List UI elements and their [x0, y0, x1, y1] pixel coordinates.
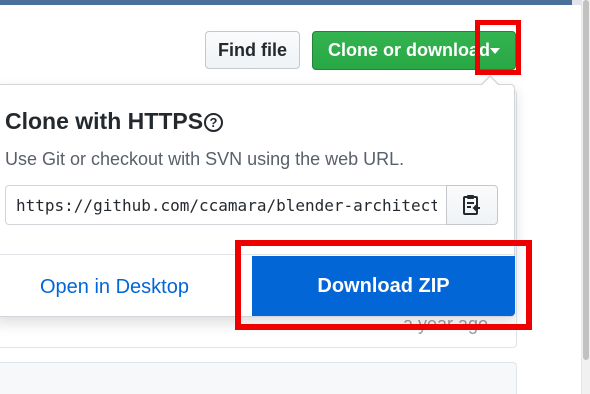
page-root: a year ago Find file Clone or download C…: [0, 0, 590, 394]
clone-or-download-label: Clone or download: [328, 40, 490, 60]
copy-url-button[interactable]: [446, 185, 498, 225]
readme-panel: [0, 362, 517, 394]
header-strip: [0, 0, 572, 5]
scrollbar-thumb[interactable]: [583, 0, 589, 360]
dropdown-pointer-fill: [482, 77, 498, 85]
clone-url-input[interactable]: [5, 185, 447, 225]
highlight-caret-box: [475, 20, 521, 75]
highlight-download-box: [235, 240, 532, 330]
find-file-button[interactable]: Find file: [205, 31, 300, 69]
vertical-scrollbar[interactable]: [581, 0, 590, 394]
clone-description: Use Git or checkout with SVN using the w…: [5, 149, 405, 169]
clipboard-icon: [463, 195, 480, 215]
clone-title: Clone with HTTPS: [5, 108, 204, 134]
question-circle-icon[interactable]: ?: [204, 113, 223, 132]
open-in-desktop-link[interactable]: Open in Desktop: [40, 276, 189, 299]
